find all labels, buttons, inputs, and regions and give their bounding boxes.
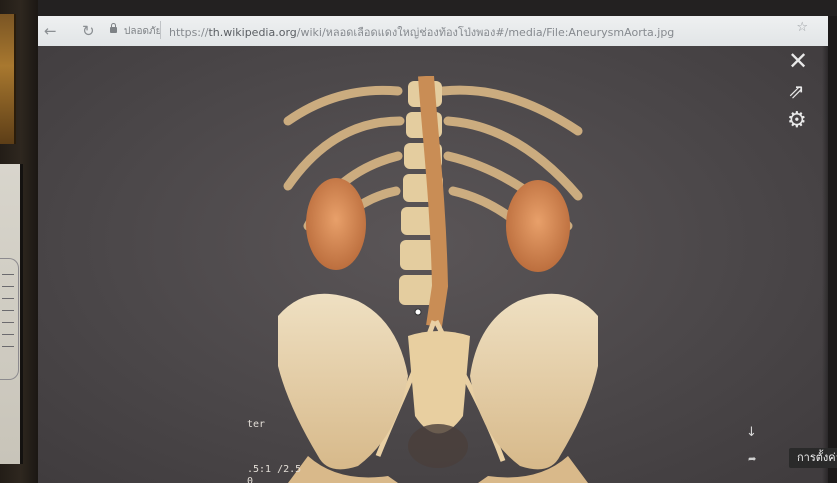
room-left-side	[0, 0, 38, 483]
settings-caption-chip[interactable]: การตั้งค่า	[789, 448, 837, 468]
room-top-band	[0, 0, 837, 16]
handwritten-note-outline	[0, 258, 19, 380]
reload-icon[interactable]: ↻	[82, 22, 95, 40]
cursor-marker	[414, 308, 422, 316]
sacrum	[408, 331, 470, 434]
lock-icon	[110, 23, 117, 33]
share-icon[interactable]: ➦	[748, 454, 756, 465]
url-field[interactable]: https://th.wikipedia.org/wiki/หลอดเลือดแ…	[169, 23, 674, 41]
left-iliac-bone	[278, 293, 408, 470]
left-kidney	[306, 178, 366, 270]
url-divider	[160, 21, 161, 39]
url-host: th.wikipedia.org	[208, 26, 297, 39]
right-iliac-bone	[470, 293, 598, 470]
pelvic-inlet	[408, 424, 468, 468]
image-overlay-text: .5:1 /2.5	[247, 464, 302, 475]
browser-address-bar: ← ↻ ปลอดภัย https://th.wikipedia.org/wik…	[38, 16, 828, 47]
url-path: /wiki/หลอดเลือดแดงใหญ่ช่องท้องโป่งพอง#/m…	[296, 26, 675, 39]
url-prefix: https://	[169, 26, 209, 39]
media-viewer: ter .5:1 /2.5 0 [ 0 ✕ ⇗ ⚙	[38, 46, 828, 483]
image-overlay-text: 0	[247, 476, 254, 483]
screen-edge-shade	[822, 46, 828, 483]
bookmark-star-icon[interactable]: ☆	[796, 20, 808, 35]
image-overlay-text: ter	[247, 419, 266, 430]
right-kidney	[506, 180, 570, 272]
close-icon[interactable]: ✕	[788, 47, 808, 75]
expand-icon[interactable]: ⇗	[788, 79, 805, 103]
security-label: ปลอดภัย	[124, 26, 162, 37]
gear-icon[interactable]: ⚙	[787, 108, 807, 133]
picture-frame	[0, 14, 16, 144]
aneurysm-ct-image	[278, 76, 598, 483]
player-side-icon[interactable]: ↓	[746, 425, 757, 440]
back-arrow-icon[interactable]: ←	[44, 22, 57, 40]
projected-screen: ← ↻ ปลอดภัย https://th.wikipedia.org/wik…	[38, 16, 828, 483]
